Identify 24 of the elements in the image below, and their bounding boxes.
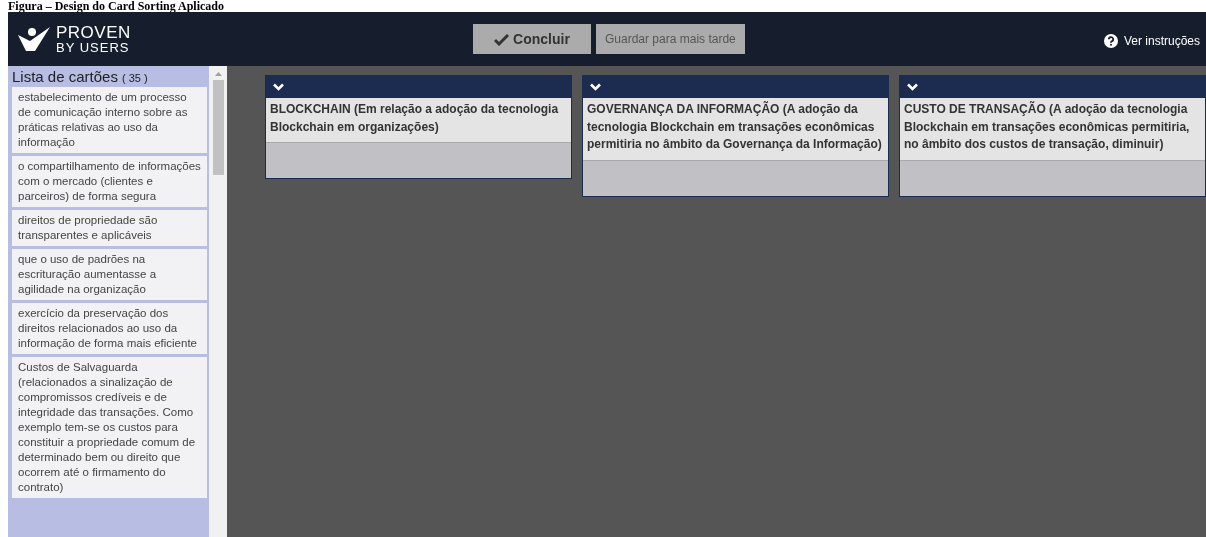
category-title: GOVERNANÇA DA INFORMAÇÃO (A adoção da tecnologia Blockchain em transações econômicas permitiria no âmbito da Governança da Informação) — [583, 98, 888, 161]
panel-title: Lista de cartões — [12, 68, 118, 85]
sort-card[interactable]: direitos de propriedade são transparentes e aplicáveis — [12, 210, 208, 246]
finish-button[interactable]: Concluir — [473, 24, 591, 54]
help-icon — [1103, 34, 1118, 48]
sort-card[interactable]: exercício da preservação dos direitos relacionados ao uso da informação de forma mais eficiente — [12, 303, 208, 354]
chevron-down-icon[interactable] — [590, 83, 601, 91]
card-count: ( 35 ) — [121, 72, 148, 84]
instructions-link[interactable]: Ver instruções — [1103, 30, 1200, 48]
category-title: CUSTO DE TRANSAÇÃO (A adoção da tecnologia Blockchain em transações econômicas permitiria, no âmbito dos custos de transação, diminuir) — [900, 98, 1205, 161]
scrollbar-thumb[interactable] — [212, 80, 224, 175]
scrollbar[interactable] — [209, 66, 227, 537]
logo-text: PROVEN — [56, 24, 131, 41]
logo-icon — [17, 26, 53, 52]
chevron-down-icon[interactable] — [907, 83, 918, 91]
sort-card[interactable]: Custos de Salvaguarda (relacionados a sinalização de compromissos credíveis e de integridade das transações. Como exemplo tem-se os custos para constituir a propriedade comum de determinado bem ou direito que ocorrem até o firmamento do contrato) — [12, 357, 208, 498]
category-title: BLOCKCHAIN (Em relação a adoção da tecnologia Blockchain em organizações) — [266, 98, 571, 143]
check-icon — [494, 32, 510, 46]
chevron-down-icon[interactable] — [273, 83, 284, 91]
sort-card[interactable]: que o uso de padrões na escrituração aumentasse a agilidade na organização — [12, 249, 208, 300]
sort-card[interactable]: o compartilhamento de informações com o mercado (clientes e parceiros) de forma segura — [12, 156, 208, 207]
figure-caption: Figura – Design do Card Sorting Aplicado — [8, 0, 225, 12]
sort-card[interactable]: estabelecimento de um processo de comunicação interno sobre as práticas relativas ao uso da informação — [12, 87, 208, 153]
logo-text: BY USERS — [56, 40, 131, 54]
